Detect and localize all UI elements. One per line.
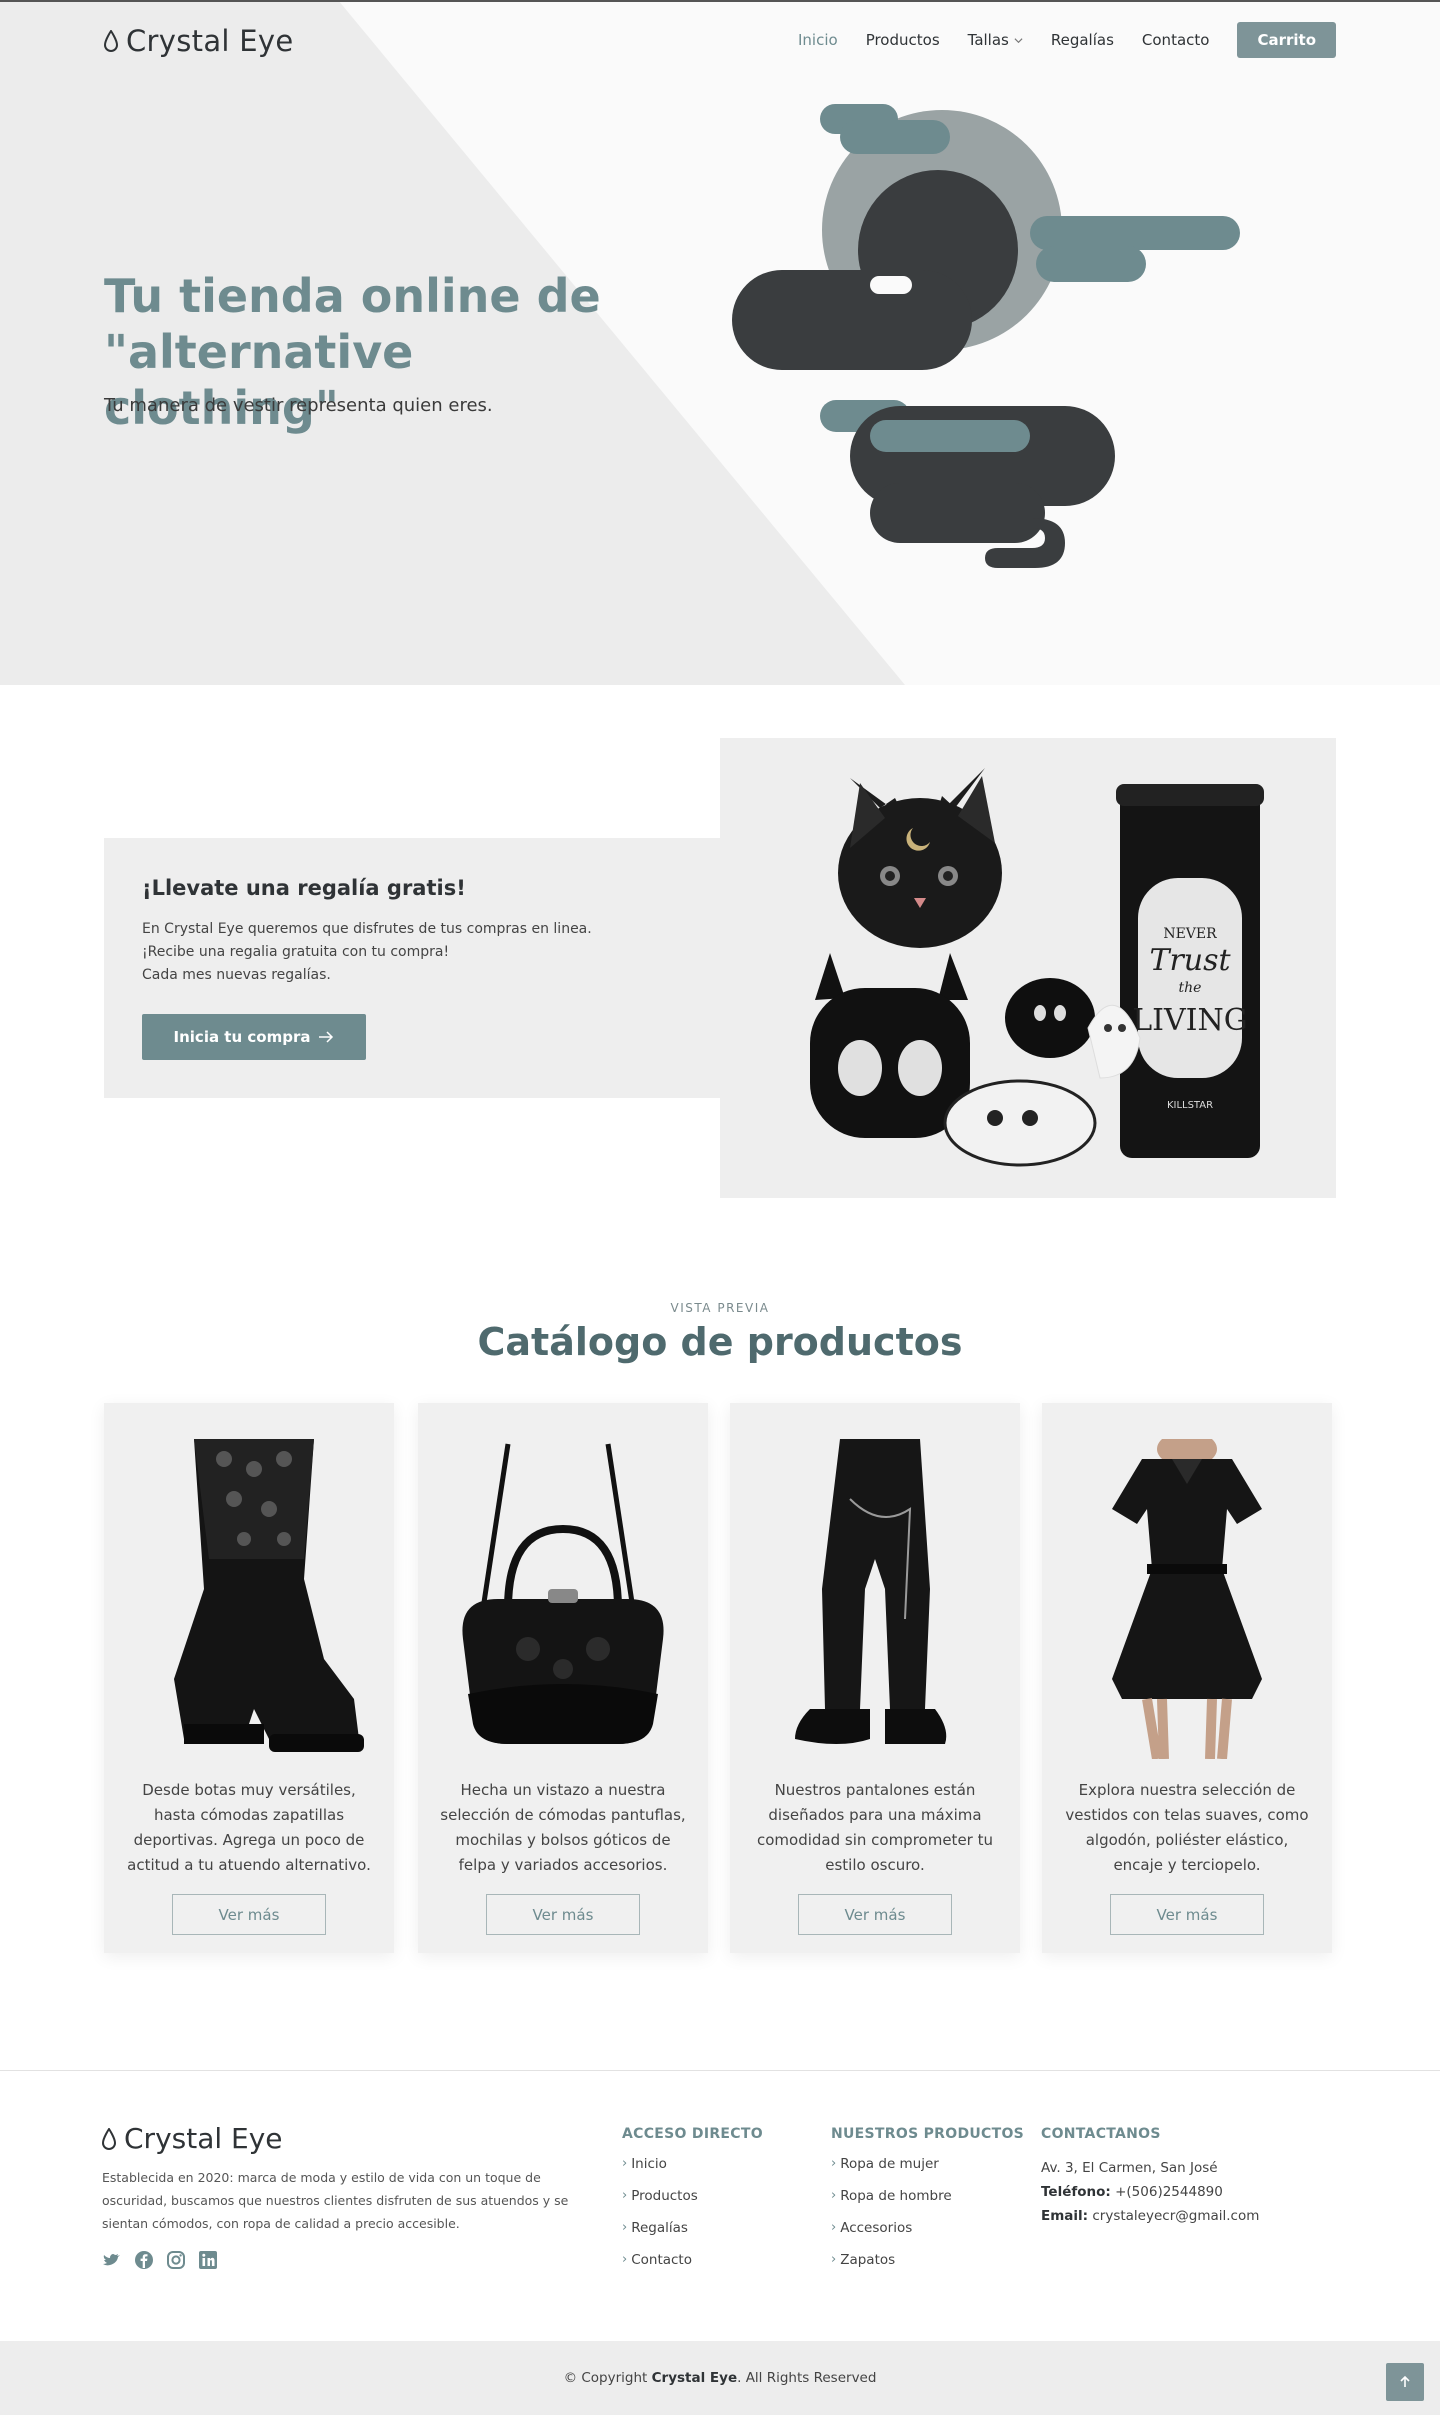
hero-subtitle: Tu manera de vestir representa quien ere… (104, 395, 493, 416)
twitter-icon[interactable] (102, 2250, 122, 2270)
promo-title: ¡Llevate una regalía gratis! (142, 876, 466, 900)
drop-icon (104, 30, 118, 52)
nav-contacto[interactable]: Contacto (1142, 31, 1210, 49)
footer-link-regalias[interactable]: › Regalías (622, 2220, 763, 2252)
footer-link-ropa-hombre[interactable]: › Ropa de hombre (831, 2188, 1024, 2220)
promo-description: En Crystal Eye queremos que disfrutes de… (142, 918, 592, 987)
brand-logo[interactable]: Crystal Eye (104, 24, 294, 58)
footer-link-inicio[interactable]: › Inicio (622, 2156, 763, 2188)
gift-products-illustration: NEVER Trust the LIVING KILLSTAR (810, 768, 1264, 1167)
footer-product-links: NUESTROS PRODUCTOS › Ropa de mujer › Ropa … (831, 2126, 1024, 2284)
tumbler-text-living: LIVING (1132, 1003, 1248, 1038)
footer-brand-logo[interactable]: Crystal Eye (102, 2122, 283, 2155)
promo-line: ¡Recibe una regalia gratuita con tu comp… (142, 944, 450, 960)
facebook-icon[interactable] (134, 2250, 154, 2270)
start-shopping-button[interactable]: Inicia tu compra (142, 1014, 366, 1060)
tumbler-text-never: NEVER (1163, 926, 1217, 942)
footer-link-contacto[interactable]: › Contacto (622, 2252, 763, 2284)
linkedin-icon[interactable] (198, 2250, 218, 2270)
promo-line: Cada mes nuevas regalías. (142, 967, 331, 983)
social-links (102, 2250, 218, 2270)
site-header: Crystal Eye Inicio Productos Tallas Rega… (0, 2, 1440, 82)
footer-phone: Teléfono: +(506)2544890 (1041, 2184, 1223, 2200)
back-to-top-button[interactable] (1386, 2363, 1424, 2401)
main-nav: Inicio Productos Tallas Regalías Contact… (770, 22, 1336, 58)
footer-contact: CONTACTANOS Av. 3, El Carmen, San José T… (1041, 2126, 1259, 2228)
catalog-kicker: VISTA PREVIA (670, 1301, 770, 1315)
nav-regalias[interactable]: Regalías (1051, 31, 1114, 49)
footer-brand-name: Crystal Eye (124, 2122, 283, 2155)
footer-link-ropa-mujer[interactable]: › Ropa de mujer (831, 2156, 1024, 2188)
hero-section: Tu tienda online de "alternative clothin… (0, 0, 1440, 685)
tumbler-text-trust: Trust (1149, 943, 1231, 978)
footer-email-link[interactable]: crystaleyecr@gmail.com (1092, 2208, 1259, 2224)
footer-link-productos[interactable]: › Productos (622, 2188, 763, 2220)
footer-divider (0, 2070, 1440, 2071)
nav-inicio[interactable]: Inicio (798, 31, 838, 49)
tumbler-brand: KILLSTAR (1167, 1100, 1213, 1111)
product-card-description: Desde botas muy versátiles, hasta cómoda… (127, 1781, 371, 1874)
footer-about: Establecida en 2020: marca de moda y est… (102, 2170, 569, 2231)
see-more-button[interactable]: Ver más (1110, 1894, 1264, 1935)
catalog-title: Catálogo de productos (477, 1320, 963, 1364)
handbag-image (462, 1443, 664, 1744)
nav-tallas-label: Tallas (967, 31, 1009, 49)
product-card-description: Explora nuestra selección de vestidos co… (1065, 1781, 1309, 1874)
nav-productos[interactable]: Productos (866, 31, 940, 49)
product-card-dresses: Explora nuestra selección de vestidos co… (1042, 1403, 1332, 1953)
footer-link-accesorios[interactable]: › Accesorios (831, 2220, 1024, 2252)
pants-image (795, 1439, 947, 1744)
see-more-button[interactable]: Ver más (172, 1894, 326, 1935)
instagram-icon[interactable] (166, 2250, 186, 2270)
hero-moon-clouds-illustration (732, 104, 1240, 568)
product-card-description: Nuestros pantalones están diseñados para… (756, 1781, 993, 1874)
brand-name: Crystal Eye (126, 24, 294, 58)
tumbler-text-the: the (1179, 980, 1202, 996)
promo-gifts-image: NEVER Trust the LIVING KILLSTAR (720, 738, 1336, 1198)
dress-image (1112, 1439, 1262, 1759)
product-card-boots: Desde botas muy versátiles, hasta cómoda… (104, 1403, 394, 1953)
product-card-pants: Nuestros pantalones están diseñados para… (730, 1403, 1020, 1953)
footer-email: Email: crystaleyecr@gmail.com (1041, 2208, 1260, 2224)
chevron-down-icon (1014, 37, 1023, 43)
arrow-up-icon (1400, 2375, 1410, 2387)
start-shopping-label: Inicia tu compra (173, 1028, 311, 1046)
footer-quick-heading: ACCESO DIRECTO (622, 2126, 763, 2142)
drop-icon (102, 2127, 116, 2150)
see-more-button[interactable]: Ver más (798, 1894, 952, 1935)
product-card-description: Hecha un vistazo a nuestra selección de … (440, 1781, 686, 1874)
footer-quick-links: ACCESO DIRECTO › Inicio › Productos › Regal… (622, 2126, 763, 2284)
boots-image (174, 1439, 364, 1752)
see-more-button[interactable]: Ver más (486, 1894, 640, 1935)
footer-contact-heading: CONTACTANOS (1041, 2126, 1161, 2142)
catalog-cards: Desde botas muy versátiles, hasta cómoda… (104, 1403, 1336, 1953)
footer-address: Av. 3, El Carmen, San José (1041, 2160, 1218, 2176)
nav-tallas[interactable]: Tallas (968, 31, 1023, 49)
promo-line: En Crystal Eye queremos que disfrutes de… (142, 921, 592, 937)
copyright-text: © Copyright Crystal Eye. All Rights Rese… (563, 2370, 877, 2386)
cart-button[interactable]: Carrito (1237, 22, 1336, 58)
arrow-right-icon (319, 1031, 334, 1043)
product-card-bags: Hecha un vistazo a nuestra selección de … (418, 1403, 708, 1953)
footer-products-heading: NUESTROS PRODUCTOS (831, 2126, 1025, 2142)
footer-link-zapatos[interactable]: › Zapatos (831, 2252, 1024, 2284)
